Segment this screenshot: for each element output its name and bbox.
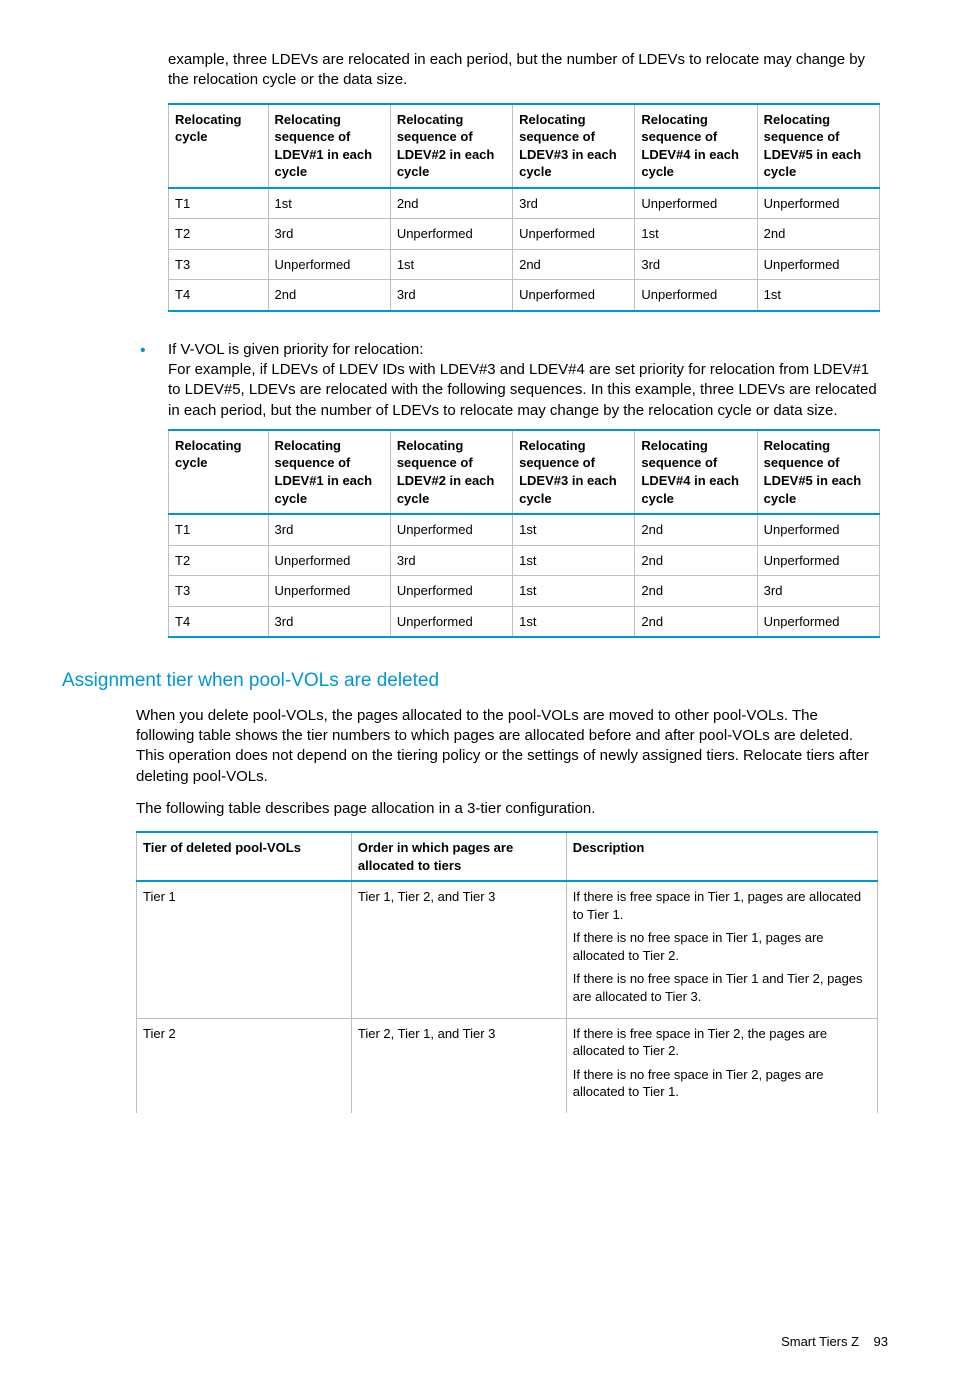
cell: Unperformed xyxy=(757,249,879,280)
t3-h0: Tier of deleted pool-VOLs xyxy=(137,832,352,881)
relocation-table-2: Relocating cycle Relocating sequence of … xyxy=(168,429,880,638)
desc-line: If there is no free space in Tier 1, pag… xyxy=(573,929,871,964)
section-heading: Assignment tier when pool-VOLs are delet… xyxy=(62,668,898,694)
cell: Unperformed xyxy=(757,606,879,637)
cell: 1st xyxy=(390,249,512,280)
cell: 3rd xyxy=(390,280,512,311)
t1-h2: Relocating sequence of LDEV#2 in each cy… xyxy=(390,104,512,188)
cell: Tier 2 xyxy=(137,1018,352,1113)
t2-h2: Relocating sequence of LDEV#2 in each cy… xyxy=(390,430,512,514)
cell: 3rd xyxy=(268,514,390,545)
section-paragraph-2: The following table describes page alloc… xyxy=(136,799,878,819)
cell: 2nd xyxy=(513,249,635,280)
cell: Unperformed xyxy=(390,219,512,250)
tier-allocation-table: Tier of deleted pool-VOLs Order in which… xyxy=(136,831,878,1113)
cell: 1st xyxy=(635,219,757,250)
cell: Tier 1 xyxy=(137,881,352,1018)
t3-h2: Description xyxy=(566,832,877,881)
cell: Unperformed xyxy=(757,514,879,545)
desc-line: If there is no free space in Tier 1 and … xyxy=(573,970,871,1005)
cell: 1st xyxy=(513,606,635,637)
bullet-list: If V-VOL is given priority for relocatio… xyxy=(56,340,898,421)
table-row: T3 Unperformed 1st 2nd 3rd Unperformed xyxy=(169,249,880,280)
cell: Unperformed xyxy=(390,606,512,637)
cell: Unperformed xyxy=(635,280,757,311)
cell: 2nd xyxy=(635,606,757,637)
cell: 1st xyxy=(757,280,879,311)
cell: 3rd xyxy=(390,545,512,576)
table-row: T1 3rd Unperformed 1st 2nd Unperformed xyxy=(169,514,880,545)
cell: 2nd xyxy=(635,545,757,576)
cell: Unperformed xyxy=(268,576,390,607)
cell: T1 xyxy=(169,514,269,545)
desc-line: If there is no free space in Tier 2, pag… xyxy=(573,1066,871,1101)
t2-h1: Relocating sequence of LDEV#1 in each cy… xyxy=(268,430,390,514)
table-row: T4 2nd 3rd Unperformed Unperformed 1st xyxy=(169,280,880,311)
table-row: T2 Unperformed 3rd 1st 2nd Unperformed xyxy=(169,545,880,576)
table-row: Tier 2 Tier 2, Tier 1, and Tier 3 If the… xyxy=(137,1018,878,1113)
t1-h4: Relocating sequence of LDEV#4 in each cy… xyxy=(635,104,757,188)
cell: 3rd xyxy=(268,606,390,637)
t1-h3: Relocating sequence of LDEV#3 in each cy… xyxy=(513,104,635,188)
t1-h0: Relocating cycle xyxy=(169,104,269,188)
cell: If there is free space in Tier 2, the pa… xyxy=(566,1018,877,1113)
cell: 2nd xyxy=(268,280,390,311)
cell: 2nd xyxy=(635,514,757,545)
cell: 1st xyxy=(513,576,635,607)
cell: Unperformed xyxy=(757,188,879,219)
footer-page-number: 93 xyxy=(874,1334,888,1349)
table-row: T1 1st 2nd 3rd Unperformed Unperformed xyxy=(169,188,880,219)
intro-paragraph: example, three LDEVs are relocated in ea… xyxy=(168,50,878,91)
t2-h5: Relocating sequence of LDEV#5 in each cy… xyxy=(757,430,879,514)
cell: 2nd xyxy=(635,576,757,607)
bullet-body: For example, if LDEVs of LDEV IDs with L… xyxy=(168,360,878,421)
cell: Tier 1, Tier 2, and Tier 3 xyxy=(351,881,566,1018)
cell: 3rd xyxy=(268,219,390,250)
t1-h5: Relocating sequence of LDEV#5 in each cy… xyxy=(757,104,879,188)
cell: 1st xyxy=(513,514,635,545)
cell: Unperformed xyxy=(390,514,512,545)
t1-h1: Relocating sequence of LDEV#1 in each cy… xyxy=(268,104,390,188)
page-footer: Smart Tiers Z 93 xyxy=(56,1333,898,1351)
cell: 2nd xyxy=(390,188,512,219)
section-paragraph-1: When you delete pool-VOLs, the pages all… xyxy=(136,706,878,787)
desc-line: If there is free space in Tier 2, the pa… xyxy=(573,1025,871,1060)
cell: T3 xyxy=(169,249,269,280)
cell: Tier 2, Tier 1, and Tier 3 xyxy=(351,1018,566,1113)
cell: T4 xyxy=(169,280,269,311)
cell: Unperformed xyxy=(635,188,757,219)
cell: T3 xyxy=(169,576,269,607)
table-row: T4 3rd Unperformed 1st 2nd Unperformed xyxy=(169,606,880,637)
t3-h1: Order in which pages are allocated to ti… xyxy=(351,832,566,881)
bullet-item: If V-VOL is given priority for relocatio… xyxy=(56,340,898,421)
cell: 3rd xyxy=(635,249,757,280)
cell: 3rd xyxy=(513,188,635,219)
cell: 2nd xyxy=(757,219,879,250)
cell: Unperformed xyxy=(268,545,390,576)
relocation-table-1: Relocating cycle Relocating sequence of … xyxy=(168,103,880,312)
table-row: T2 3rd Unperformed Unperformed 1st 2nd xyxy=(169,219,880,250)
cell: 1st xyxy=(268,188,390,219)
desc-line: If there is free space in Tier 1, pages … xyxy=(573,888,871,923)
table-row: T3 Unperformed Unperformed 1st 2nd 3rd xyxy=(169,576,880,607)
cell: Unperformed xyxy=(513,280,635,311)
cell: Unperformed xyxy=(513,219,635,250)
t2-h3: Relocating sequence of LDEV#3 in each cy… xyxy=(513,430,635,514)
table-row: Tier 1 Tier 1, Tier 2, and Tier 3 If the… xyxy=(137,881,878,1018)
cell: 1st xyxy=(513,545,635,576)
footer-label: Smart Tiers Z xyxy=(781,1334,859,1349)
cell: T2 xyxy=(169,545,269,576)
cell: T4 xyxy=(169,606,269,637)
cell: T1 xyxy=(169,188,269,219)
t2-h4: Relocating sequence of LDEV#4 in each cy… xyxy=(635,430,757,514)
cell: 3rd xyxy=(757,576,879,607)
cell: If there is free space in Tier 1, pages … xyxy=(566,881,877,1018)
cell: T2 xyxy=(169,219,269,250)
cell: Unperformed xyxy=(757,545,879,576)
t2-h0: Relocating cycle xyxy=(169,430,269,514)
cell: Unperformed xyxy=(268,249,390,280)
bullet-title: If V-VOL is given priority for relocatio… xyxy=(168,340,878,360)
cell: Unperformed xyxy=(390,576,512,607)
